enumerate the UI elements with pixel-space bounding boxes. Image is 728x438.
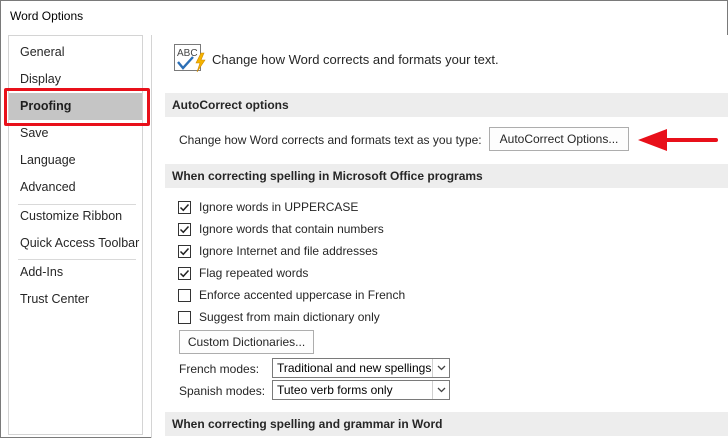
word-options-window: Word Options General Display Proofing Sa… <box>0 0 728 438</box>
checkbox-enforce-accented[interactable] <box>178 288 191 302</box>
option-label: Ignore Internet and file addresses <box>199 244 378 258</box>
option-label: Suggest from main dictionary only <box>199 310 380 324</box>
french-modes-select[interactable]: Traditional and new spellings <box>272 358 450 378</box>
option-ignore-uppercase[interactable]: Ignore words in UPPERCASE <box>178 198 358 216</box>
french-modes-label: French modes: <box>179 362 260 376</box>
window-title: Word Options <box>10 9 84 23</box>
spanish-modes-label: Spanish modes: <box>179 384 266 398</box>
sidebar-item-customize-ribbon[interactable]: Customize Ribbon <box>9 203 142 230</box>
sidebar-item-save[interactable]: Save <box>9 120 142 147</box>
title-bar: Word Options <box>1 1 727 33</box>
option-label: Ignore words in UPPERCASE <box>199 200 359 214</box>
french-modes-value: Traditional and new spellings <box>277 361 432 375</box>
option-flag-repeated[interactable]: Flag repeated words <box>178 264 308 282</box>
autocorrect-section-header: AutoCorrect options <box>165 93 728 117</box>
grammar-section-header: When correcting spelling and grammar in … <box>165 412 728 436</box>
svg-text:ABC: ABC <box>177 48 198 59</box>
sidebar-item-trust-center[interactable]: Trust Center <box>9 286 142 313</box>
checkbox-flag-repeated[interactable] <box>178 266 191 280</box>
sidebar-item-display[interactable]: Display <box>9 66 142 93</box>
proofing-panel: ABC Change how Word corrects and formats… <box>151 35 728 438</box>
option-enforce-accented[interactable]: Enforce accented uppercase in French <box>178 286 405 304</box>
checkbox-ignore-internet[interactable] <box>178 244 191 258</box>
sidebar-item-general[interactable]: General <box>9 39 142 66</box>
chevron-down-icon[interactable] <box>432 381 449 399</box>
sidebar-item-proofing[interactable]: Proofing <box>9 93 142 120</box>
option-label: Flag repeated words <box>199 266 309 280</box>
spanish-modes-select[interactable]: Tuteo verb forms only <box>272 380 450 400</box>
custom-dictionaries-button[interactable]: Custom Dictionaries... <box>179 330 314 354</box>
red-arrow-icon <box>638 129 718 151</box>
page-description: Change how Word corrects and formats you… <box>212 52 499 67</box>
option-ignore-internet[interactable]: Ignore Internet and file addresses <box>178 242 378 260</box>
spelling-section-header: When correcting spelling in Microsoft Of… <box>165 164 728 188</box>
option-ignore-numbers[interactable]: Ignore words that contain numbers <box>178 220 384 238</box>
chevron-down-icon[interactable] <box>432 359 449 377</box>
option-label: Enforce accented uppercase in French <box>199 288 406 302</box>
options-sidebar: General Display Proofing Save Language A… <box>8 35 143 435</box>
sidebar-item-language[interactable]: Language <box>9 147 142 174</box>
abc-check-icon: ABC <box>174 44 206 73</box>
option-label: Ignore words that contain numbers <box>199 222 384 236</box>
sidebar-item-advanced[interactable]: Advanced <box>9 174 142 201</box>
option-main-dictionary[interactable]: Suggest from main dictionary only <box>178 308 380 326</box>
sidebar-item-quick-access-toolbar[interactable]: Quick Access Toolbar <box>9 230 142 257</box>
sidebar-item-add-ins[interactable]: Add-Ins <box>9 259 142 286</box>
checkbox-main-dictionary[interactable] <box>178 310 191 324</box>
checkbox-ignore-uppercase[interactable] <box>178 200 191 214</box>
autocorrect-description: Change how Word corrects and formats tex… <box>179 133 482 147</box>
autocorrect-options-button[interactable]: AutoCorrect Options... <box>489 127 629 151</box>
checkbox-ignore-numbers[interactable] <box>178 222 191 236</box>
spanish-modes-value: Tuteo verb forms only <box>277 383 393 397</box>
